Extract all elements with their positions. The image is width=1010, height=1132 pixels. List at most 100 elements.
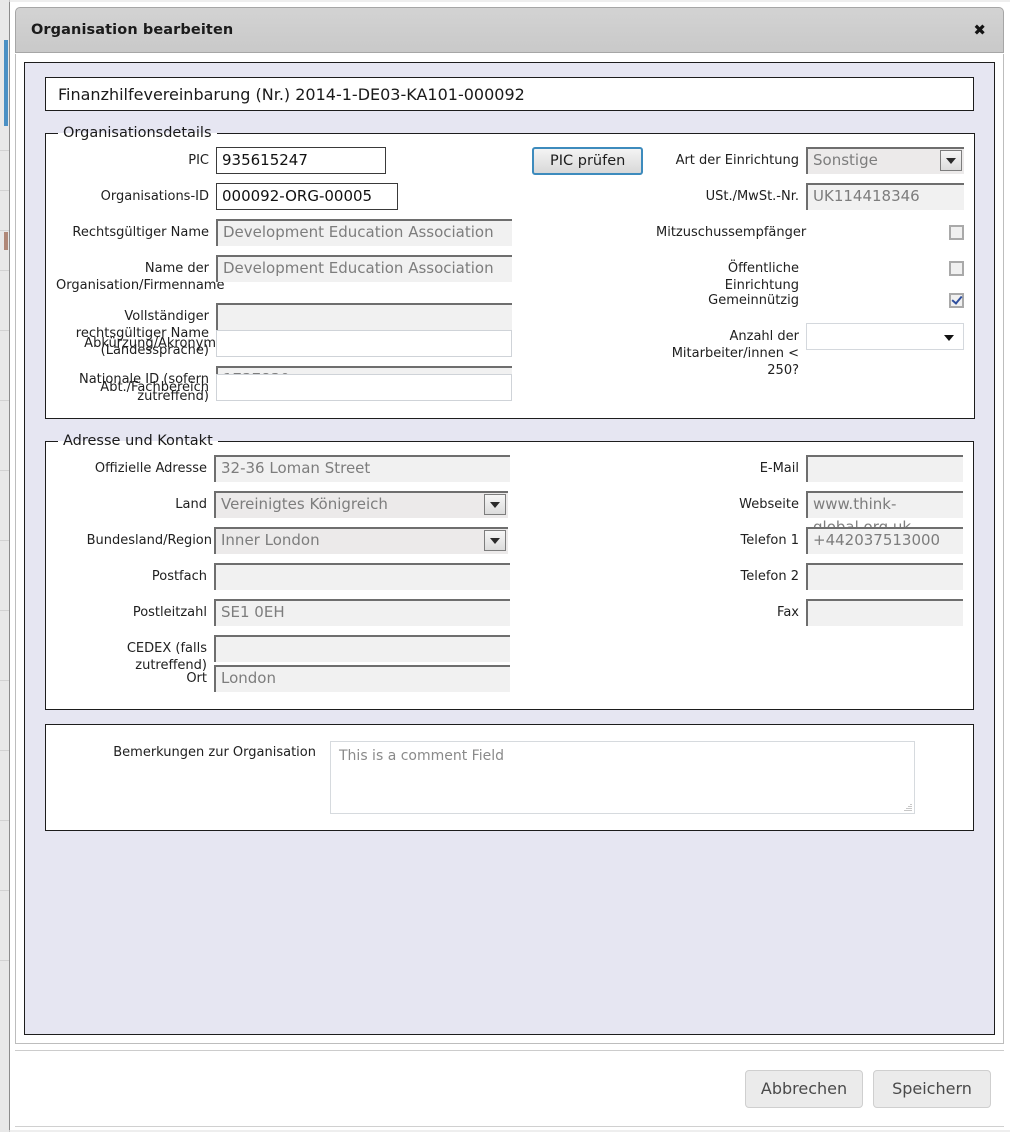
organisation-comment-textarea[interactable]: This is a comment Field: [330, 741, 915, 814]
label-country: Land: [175, 497, 207, 512]
label-website: Webseite: [739, 497, 799, 512]
label-city: Ort: [186, 671, 207, 686]
field-row-postal-code: Postleitzahl SE1 0EH: [56, 599, 510, 626]
grant-agreement-text: Finanzhilfevereinbarung (Nr.) 2014-1-DE0…: [58, 84, 525, 104]
institution-type-select[interactable]: Sonstige: [806, 147, 964, 174]
chevron-down-icon[interactable]: [484, 494, 506, 515]
control-pic: 935615247: [216, 147, 508, 174]
legal-name-input: Development Education Association: [216, 219, 512, 246]
control-department: [216, 374, 512, 401]
backdrop-rule: [0, 610, 9, 611]
backdrop-rule: [0, 540, 9, 541]
field-row-non-profit: Gemeinnützig: [522, 287, 964, 314]
field-row-fax: Fax: [522, 599, 963, 626]
city-input: London: [214, 665, 510, 692]
control-public-body: [806, 255, 964, 282]
dialog-titlebar: Organisation bearbeiten ✖: [15, 7, 1004, 53]
non-profit-checkbox[interactable]: [949, 293, 964, 308]
control-staff-count: [806, 323, 964, 350]
backdrop-rule: [0, 890, 9, 891]
backdrop-rule: [0, 470, 9, 471]
control-co-beneficiary: [806, 219, 964, 246]
backdrop-rule: [0, 150, 9, 151]
website-input: www.think-global.org.uk: [806, 491, 963, 536]
chevron-down-icon[interactable]: [940, 150, 962, 171]
cancel-button[interactable]: Abbrechen: [745, 1069, 863, 1108]
label-organisation-comment: Bemerkungen zur Organisation: [113, 745, 316, 760]
institution-type-value: Sonstige: [813, 151, 878, 169]
region-select[interactable]: Inner London: [214, 527, 508, 554]
co-beneficiary-checkbox[interactable]: [949, 225, 964, 240]
field-row-legal-name: Rechtsgültiger Name Development Educatio…: [56, 219, 512, 246]
label-phone-1: Telefon 1: [740, 533, 799, 548]
backdrop-rule: [0, 820, 9, 821]
control-cedex: [214, 635, 510, 662]
label-organisation-id: Organisations-ID: [100, 189, 209, 204]
label-non-profit: Gemeinnützig: [708, 293, 799, 308]
po-box-input: [214, 563, 510, 590]
country-select[interactable]: Vereinigtes Königreich: [214, 491, 508, 518]
country-value: Vereinigtes Königreich: [221, 495, 388, 513]
phone-2-input: [806, 563, 963, 590]
acronym-input[interactable]: [216, 330, 512, 357]
label-fax: Fax: [777, 605, 799, 620]
label-institution-type: Art der Einrichtung: [675, 153, 799, 168]
backdrop-blue-marker: [4, 40, 8, 126]
section-organisation-details-legend: Organisationsdetails: [63, 125, 212, 141]
full-legal-name-national-input: [216, 303, 512, 330]
control-non-profit: [806, 287, 964, 314]
field-row-country: Land Vereinigtes Königreich: [56, 491, 508, 518]
label-staff-count: Anzahl der Mitarbeiter/innen < 250?: [671, 329, 799, 378]
staff-count-select[interactable]: [806, 323, 964, 350]
field-row-city: Ort London: [56, 665, 510, 692]
control-phone-1: +442037513000: [806, 527, 963, 554]
business-name-input: Development Education Association: [216, 255, 512, 282]
dialog-footer: Abbrechen Speichern: [15, 1050, 1004, 1126]
official-address-input: 32-36 Loman Street: [214, 455, 510, 482]
chevron-down-icon[interactable]: [484, 530, 506, 551]
organisation-details-columns: PIC 935615247 Organisations-ID 000092-OR…: [56, 147, 964, 410]
section-organisation-details: Organisationsdetails PIC 935615247 Organ…: [45, 125, 975, 419]
backdrop-rule: [0, 330, 9, 331]
pic-check-button[interactable]: PIC prüfen: [532, 147, 644, 175]
label-business-name: Name der Organisation/Firmenname: [56, 261, 225, 293]
label-co-beneficiary: Mitzuschussempfänger: [656, 225, 807, 240]
close-x-icon[interactable]: ✖: [970, 21, 989, 40]
save-button[interactable]: Speichern: [873, 1069, 991, 1108]
backdrop-rule: [0, 750, 9, 751]
address-left-column: Offizielle Adresse 32-36 Loman Street La…: [56, 455, 510, 701]
control-vat-number: UK114418346: [806, 183, 964, 210]
control-business-name: Development Education Association: [216, 255, 512, 282]
vat-number-input: UK114418346: [806, 183, 964, 210]
backdrop-brown-marker: [4, 232, 8, 250]
control-full-legal-name-national: [216, 303, 512, 330]
label-email: E-Mail: [759, 461, 799, 476]
dialog-body: Finanzhilfevereinbarung (Nr.) 2014-1-DE0…: [15, 54, 1004, 1044]
backdrop-rule: [0, 680, 9, 681]
backdrop-rule: [0, 190, 9, 191]
organisation-comment-value: This is a comment Field: [339, 748, 504, 764]
control-region: Inner London: [214, 527, 508, 554]
chevron-down-icon[interactable]: [944, 335, 954, 341]
public-body-checkbox[interactable]: [949, 261, 964, 276]
contact-right-column: E-Mail Webseite www.think-global.org.uk: [508, 455, 963, 635]
department-input[interactable]: [216, 374, 512, 401]
resize-grip-icon[interactable]: [903, 803, 912, 812]
control-email: [806, 455, 963, 482]
field-row-pic: PIC 935615247: [56, 147, 508, 174]
backdrop-rule: [0, 960, 9, 961]
control-institution-type: Sonstige: [806, 147, 964, 174]
field-row-business-name: Name der Organisation/Firmenname Develop…: [56, 255, 512, 294]
backdrop-rule: [0, 400, 9, 401]
control-official-address: 32-36 Loman Street: [214, 455, 510, 482]
organisation-id-input[interactable]: 000092-ORG-00005: [216, 183, 398, 210]
email-input: [806, 455, 963, 482]
control-fax: [806, 599, 963, 626]
field-row-organisation-id: Organisations-ID 000092-ORG-00005: [56, 183, 508, 210]
control-acronym: [216, 330, 512, 357]
control-postal-code: SE1 0EH: [214, 599, 510, 626]
backdrop-rule: [0, 230, 9, 231]
pic-input[interactable]: 935615247: [216, 147, 386, 174]
label-official-address: Offizielle Adresse: [94, 461, 207, 476]
field-row-email: E-Mail: [522, 455, 963, 482]
